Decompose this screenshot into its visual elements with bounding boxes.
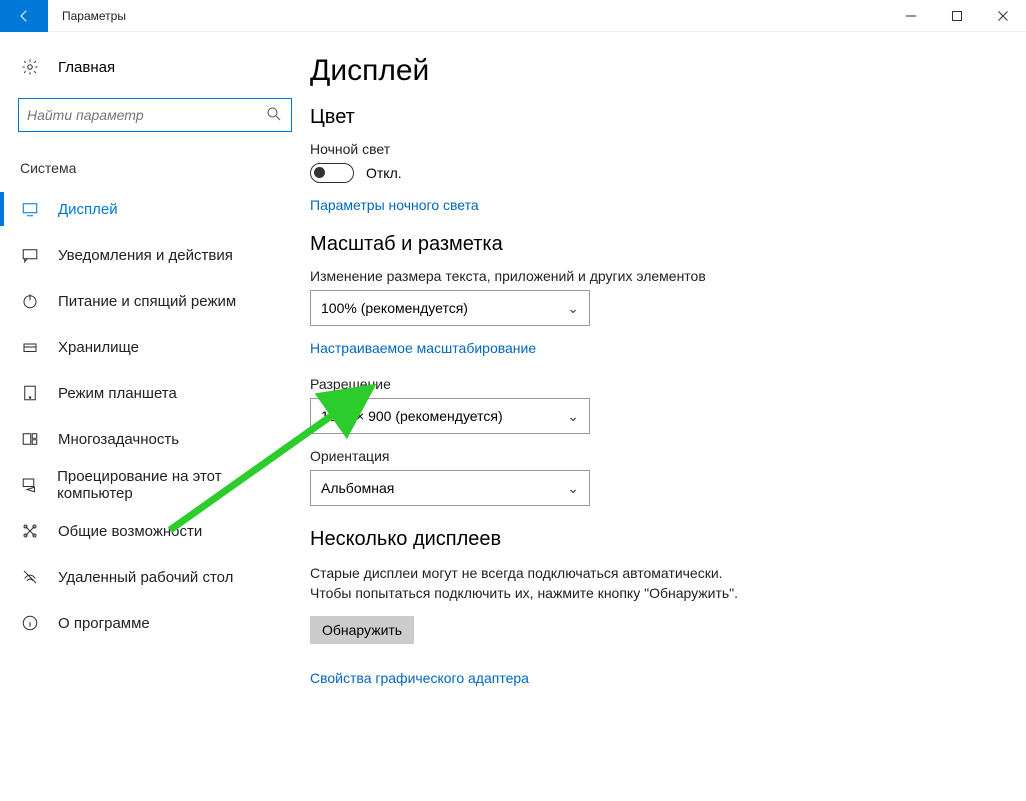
- multitask-icon: [20, 430, 40, 448]
- sidebar-item-label: Питание и спящий режим: [58, 293, 236, 310]
- back-button[interactable]: [0, 0, 48, 32]
- sidebar-item-remote[interactable]: Удаленный рабочий стол: [0, 554, 310, 600]
- power-icon: [20, 292, 40, 310]
- window-title: Параметры: [48, 9, 126, 23]
- sidebar-item-label: Общие возможности: [58, 523, 202, 540]
- sidebar-item-display[interactable]: Дисплей: [0, 186, 310, 232]
- nightlight-label: Ночной свет: [310, 141, 1026, 157]
- info-icon: [20, 614, 40, 632]
- sidebar: Главная Система Дисплей Уведомления и де…: [0, 32, 310, 801]
- resolution-label: Разрешение: [310, 376, 1026, 392]
- nightlight-state: Откл.: [366, 165, 402, 181]
- search-input[interactable]: [27, 107, 265, 123]
- share-icon: [20, 522, 40, 540]
- sidebar-item-notifications[interactable]: Уведомления и действия: [0, 232, 310, 278]
- sidebar-item-tablet[interactable]: Режим планшета: [0, 370, 310, 416]
- custom-scaling-link[interactable]: Настраиваемое масштабирование: [310, 340, 1026, 356]
- maximize-button[interactable]: [934, 0, 980, 32]
- sidebar-item-shared[interactable]: Общие возможности: [0, 508, 310, 554]
- sidebar-item-about[interactable]: О программе: [0, 600, 310, 646]
- sidebar-item-label: Удаленный рабочий стол: [58, 569, 233, 586]
- close-button[interactable]: [980, 0, 1026, 32]
- project-icon: [20, 476, 39, 494]
- orientation-dropdown[interactable]: Альбомная ⌄: [310, 470, 590, 506]
- sidebar-item-multitask[interactable]: Многозадачность: [0, 416, 310, 462]
- sidebar-home-label: Главная: [58, 59, 115, 76]
- sidebar-home[interactable]: Главная: [0, 50, 310, 84]
- sidebar-item-label: Дисплей: [58, 201, 118, 218]
- sidebar-item-power[interactable]: Питание и спящий режим: [0, 278, 310, 324]
- minimize-button[interactable]: [888, 0, 934, 32]
- scale-dropdown[interactable]: 100% (рекомендуется) ⌄: [310, 290, 590, 326]
- section-color: Цвет: [310, 106, 1026, 129]
- sidebar-item-projecting[interactable]: Проецирование на этот компьютер: [0, 462, 310, 508]
- scale-label: Изменение размера текста, приложений и д…: [310, 268, 1026, 284]
- nightlight-settings-link[interactable]: Параметры ночного света: [310, 197, 1026, 213]
- sidebar-item-storage[interactable]: Хранилище: [0, 324, 310, 370]
- sidebar-item-label: Хранилище: [58, 339, 139, 356]
- remote-icon: [20, 568, 40, 586]
- section-scale: Масштаб и разметка: [310, 233, 1026, 256]
- chevron-down-icon: ⌄: [567, 300, 579, 317]
- resolution-dropdown[interactable]: 1600 × 900 (рекомендуется) ⌄: [310, 398, 590, 434]
- adapter-properties-link[interactable]: Свойства графического адаптера: [310, 670, 1026, 686]
- sidebar-item-label: Многозадачность: [58, 431, 179, 448]
- chevron-down-icon: ⌄: [567, 408, 579, 425]
- multi-paragraph: Старые дисплеи могут не всегда подключат…: [310, 563, 750, 604]
- display-icon: [20, 200, 40, 218]
- sidebar-item-label: Уведомления и действия: [58, 247, 233, 264]
- sidebar-item-label: Режим планшета: [58, 385, 177, 402]
- detect-button[interactable]: Обнаружить: [310, 616, 414, 644]
- nightlight-toggle[interactable]: [310, 163, 354, 183]
- scale-value: 100% (рекомендуется): [321, 300, 468, 316]
- section-multi: Несколько дисплеев: [310, 528, 1026, 551]
- search-icon: [265, 105, 283, 126]
- page-title: Дисплей: [310, 54, 1026, 88]
- main-content: Дисплей Цвет Ночной свет Откл. Параметры…: [310, 32, 1026, 801]
- titlebar: Параметры: [0, 0, 1026, 32]
- sidebar-group-heading: Система: [0, 152, 310, 186]
- orientation-value: Альбомная: [321, 480, 394, 496]
- orientation-label: Ориентация: [310, 448, 1026, 464]
- search-input-container[interactable]: [18, 98, 292, 132]
- storage-icon: [20, 338, 40, 356]
- resolution-value: 1600 × 900 (рекомендуется): [321, 408, 503, 424]
- chat-icon: [20, 246, 40, 264]
- tablet-icon: [20, 384, 40, 402]
- gear-icon: [20, 58, 40, 76]
- chevron-down-icon: ⌄: [567, 480, 579, 497]
- sidebar-item-label: О программе: [58, 615, 150, 632]
- sidebar-item-label: Проецирование на этот компьютер: [57, 468, 290, 502]
